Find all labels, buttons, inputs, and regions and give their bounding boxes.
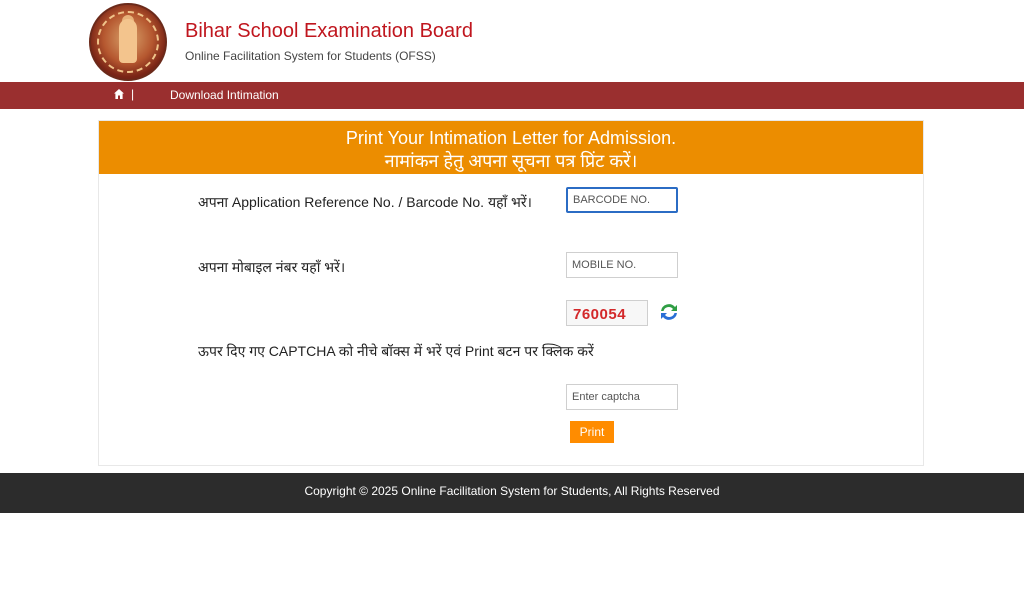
print-button[interactable]: Print [570,421,614,443]
intimation-panel: Print Your Intimation Letter for Admissi… [98,120,924,466]
barcode-label: अपना Application Reference No. / Barcode… [198,194,532,210]
barcode-input[interactable] [566,187,678,213]
captcha-image: 760054 [566,300,648,326]
site-title: Bihar School Examination Board [185,20,473,42]
captcha-input[interactable] [566,384,678,410]
captcha-label: ऊपर दिए गए CAPTCHA को नीचे बॉक्स में भरे… [198,343,594,359]
mobile-input[interactable] [566,252,678,278]
mobile-label: अपना मोबाइल नंबर यहाँ भरें। [198,259,346,275]
home-icon[interactable] [113,88,125,100]
panel-heading: Print Your Intimation Letter for Admissi… [99,121,923,174]
nav-separator: | [131,87,135,101]
bseb-emblem-icon [89,3,167,81]
nav-link-download-intimation[interactable]: Download Intimation [170,88,279,102]
site-footer: Copyright © 2025 Online Facilitation Sys… [0,473,1024,513]
site-header: Bihar School Examination Board Online Fa… [0,0,1024,82]
site-subtitle: Online Facilitation System for Students … [185,49,436,63]
panel-heading-hindi: नामांकन हेतु अपना सूचना पत्र प्रिंट करें… [384,151,638,171]
panel-heading-english: Print Your Intimation Letter for Admissi… [345,128,677,148]
captcha-text: 760054 [573,306,627,323]
refresh-captcha-icon[interactable] [658,301,680,323]
nav-bar: | Download Intimation [0,82,1024,109]
copyright-text: Copyright © 2025 Online Facilitation Sys… [304,484,720,498]
